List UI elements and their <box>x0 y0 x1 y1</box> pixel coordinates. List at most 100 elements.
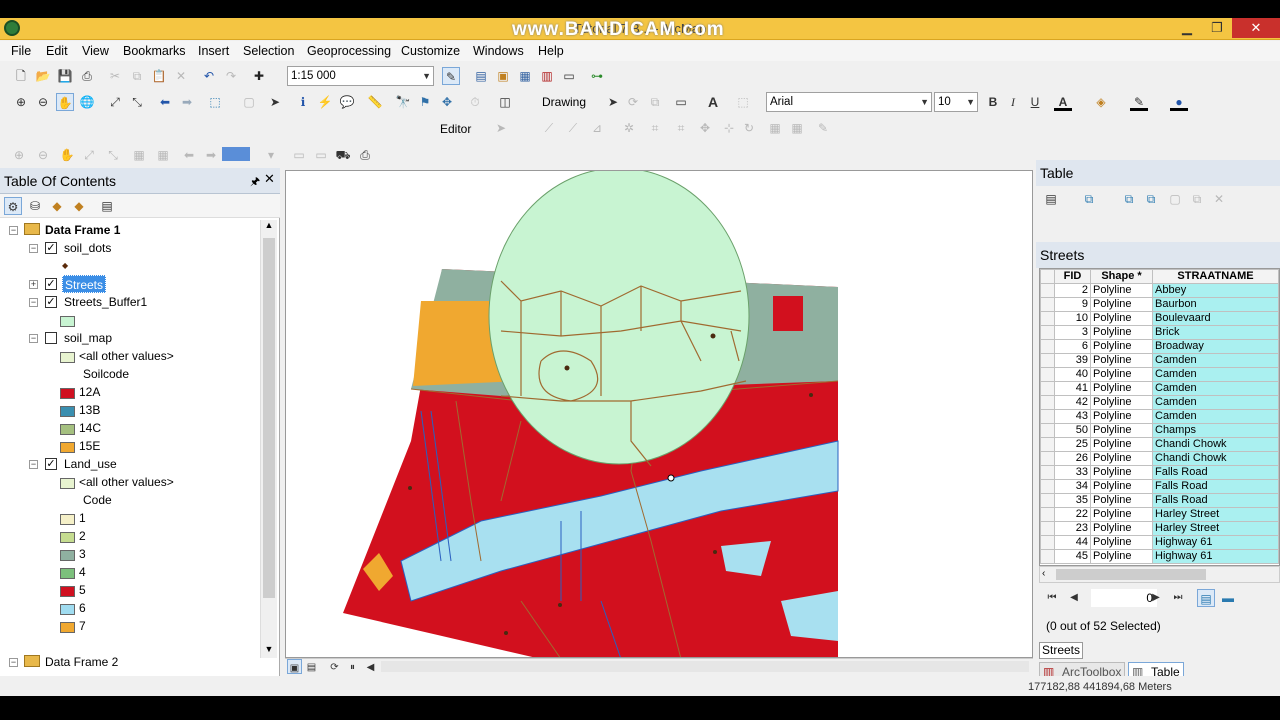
attributes-icon[interactable]: ▦ <box>766 119 784 137</box>
list-by-drawing-order-icon[interactable]: ⚙ <box>4 197 22 215</box>
table-tab-streets[interactable]: Streets <box>1039 642 1083 659</box>
collapse-toggle[interactable]: − <box>29 244 38 253</box>
table-row[interactable]: 41 Polyline Camden <box>1040 381 1279 396</box>
disabled-zoom-icon[interactable]: ⊕ <box>10 146 28 164</box>
cell-fid[interactable]: 39 <box>1054 353 1091 368</box>
cell-straatname[interactable]: Falls Road <box>1152 493 1279 508</box>
cell-fid[interactable]: 22 <box>1054 507 1091 522</box>
clear-selection-icon[interactable]: ▢ <box>1166 190 1184 208</box>
delete-icon[interactable]: ✕ <box>172 67 190 85</box>
underline-icon[interactable]: U <box>1026 93 1044 111</box>
layout-tool-icon[interactable]: ⛟ <box>334 146 352 164</box>
table-row[interactable]: 6 Polyline Broadway <box>1040 339 1279 354</box>
layout-view-icon[interactable]: ▤ <box>304 659 319 674</box>
scroll-left-icon[interactable]: ◀ <box>363 659 378 674</box>
chevron-up-icon[interactable]: ▲ <box>262 220 276 234</box>
table-row[interactable]: 35 Polyline Falls Road <box>1040 493 1279 508</box>
undo-icon[interactable]: ↶ <box>200 67 218 85</box>
go-to-xy-icon[interactable]: ✥ <box>438 93 456 111</box>
edit-annotation-icon[interactable]: ⊿ <box>588 119 606 137</box>
cell-shape[interactable]: Polyline <box>1090 339 1153 354</box>
column-header-shape[interactable]: Shape * <box>1090 269 1153 284</box>
paste-icon[interactable]: 📋 <box>150 67 168 85</box>
layer-streets[interactable]: Streets <box>62 275 107 293</box>
cell-fid[interactable]: 10 <box>1054 311 1091 326</box>
create-features-icon[interactable]: ✎ <box>814 119 832 137</box>
row-selector[interactable] <box>1040 437 1055 452</box>
layer-streets-buffer[interactable]: Streets_Buffer1 <box>64 293 147 311</box>
sketch-props-icon[interactable]: ⊹ <box>720 119 738 137</box>
disabled-grid-icon[interactable]: ▦ <box>130 146 148 164</box>
data-view-icon[interactable]: ▣ <box>287 659 302 674</box>
menu-edit[interactable]: Edit <box>46 44 68 58</box>
row-selector[interactable] <box>1040 367 1055 382</box>
menu-selection[interactable]: Selection <box>243 44 294 58</box>
fixed-zoom-out-icon[interactable]: ⤡ <box>128 93 146 111</box>
rectangle-icon[interactable]: ▭ <box>672 93 690 111</box>
table-row[interactable]: 45 Polyline Highway 61 <box>1040 549 1279 564</box>
data-frame-2-label[interactable]: Data Frame 2 <box>45 653 118 671</box>
rotate-icon[interactable]: ⟳ <box>624 93 642 111</box>
row-selector[interactable] <box>1040 535 1055 550</box>
row-selector[interactable] <box>1040 465 1055 480</box>
cell-shape[interactable]: Polyline <box>1090 549 1153 564</box>
cell-straatname[interactable]: Boulevaard <box>1152 311 1279 326</box>
minimize-icon[interactable]: ▁ <box>1172 18 1202 38</box>
zoom-to-selected-icon[interactable]: ⧉ <box>1188 190 1206 208</box>
disabled-page-icon[interactable]: ▭ <box>290 146 308 164</box>
new-document-icon[interactable]: 🗋 <box>12 67 30 85</box>
cell-fid[interactable]: 6 <box>1054 339 1091 354</box>
disabled-pan-icon[interactable]: ✋ <box>58 146 76 164</box>
copy-icon[interactable]: ⧉ <box>128 67 146 85</box>
cell-fid[interactable]: 33 <box>1054 465 1091 480</box>
arctoolbox-icon[interactable]: ▥ <box>538 67 556 85</box>
column-header-straatname[interactable]: STRAATNAME <box>1152 269 1279 284</box>
time-slider-icon[interactable]: ⏱ <box>466 93 484 111</box>
chevron-left-icon[interactable]: ‹ <box>1042 568 1045 579</box>
table-row[interactable]: 42 Polyline Camden <box>1040 395 1279 410</box>
cell-straatname[interactable]: Champs <box>1152 423 1279 438</box>
cell-shape[interactable]: Polyline <box>1090 367 1153 382</box>
marker-color-icon[interactable]: ● <box>1170 93 1188 111</box>
map-canvas[interactable] <box>286 171 1033 658</box>
options-icon[interactable]: ▤ <box>98 197 116 215</box>
delete-selected-icon[interactable]: ✕ <box>1210 190 1228 208</box>
layer-checkbox[interactable] <box>45 332 57 344</box>
cell-fid[interactable]: 41 <box>1054 381 1091 396</box>
cell-straatname[interactable]: Abbey <box>1152 283 1279 298</box>
table-row[interactable]: 43 Polyline Camden <box>1040 409 1279 424</box>
table-row[interactable]: 25 Polyline Chandi Chowk <box>1040 437 1279 452</box>
editor-toolbar-icon[interactable]: ✎ <box>442 67 460 85</box>
cell-fid[interactable]: 26 <box>1054 451 1091 466</box>
edit-vertices-icon[interactable]: ⬚ <box>734 93 752 111</box>
disabled-back-icon[interactable]: ⬅ <box>180 146 198 164</box>
cell-fid[interactable]: 43 <box>1054 409 1091 424</box>
switch-selection-icon[interactable]: ⧉ <box>1142 190 1160 208</box>
table-row[interactable]: 9 Polyline Baurbon <box>1040 297 1279 312</box>
font-size-combo[interactable]: 10 ▼ <box>934 92 978 112</box>
layout-tool-icon[interactable]: ⎙ <box>356 146 374 164</box>
collapse-toggle[interactable]: − <box>9 658 18 667</box>
layer-checkbox[interactable]: ✓ <box>45 278 57 290</box>
cell-straatname[interactable]: Camden <box>1152 367 1279 382</box>
collapse-toggle[interactable]: − <box>29 298 38 307</box>
column-header-fid[interactable]: FID <box>1054 269 1091 284</box>
disabled-page-icon[interactable]: ▭ <box>312 146 330 164</box>
print-icon[interactable]: ⎙ <box>78 67 96 85</box>
html-popup-icon[interactable]: 💬 <box>338 93 356 111</box>
show-selected-records-icon[interactable]: ▬ <box>1219 589 1237 607</box>
maximize-icon[interactable]: ❐ <box>1202 18 1232 38</box>
model-builder-icon[interactable]: ⊶ <box>588 67 606 85</box>
cell-straatname[interactable]: Chandi Chowk <box>1152 437 1279 452</box>
next-record-icon[interactable]: ▶ <box>1147 589 1165 607</box>
row-selector[interactable] <box>1040 353 1055 368</box>
find-icon[interactable]: 🔭 <box>394 93 412 111</box>
forward-extent-icon[interactable]: ➡ <box>178 93 196 111</box>
cell-fid[interactable]: 25 <box>1054 437 1091 452</box>
row-selector[interactable] <box>1040 395 1055 410</box>
create-viewer-window-icon[interactable]: ◫ <box>496 93 514 111</box>
horizontal-scrollbar[interactable] <box>381 661 1029 672</box>
menu-file[interactable]: File <box>11 44 31 58</box>
cell-shape[interactable]: Polyline <box>1090 437 1153 452</box>
save-icon[interactable]: 💾 <box>56 67 74 85</box>
